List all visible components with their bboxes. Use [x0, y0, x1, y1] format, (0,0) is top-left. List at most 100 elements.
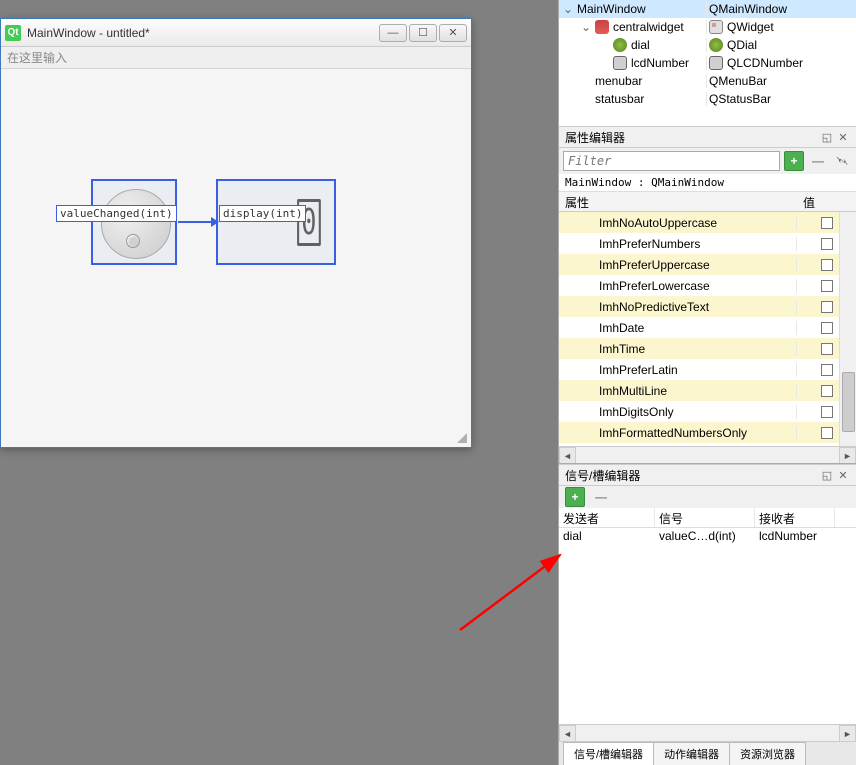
property-list[interactable]: ImhNoAutoUppercaseImhPreferNumbers ImhPre… [559, 212, 856, 446]
scroll-thumb[interactable] [842, 372, 855, 432]
undock-icon[interactable]: ◱ [820, 468, 834, 482]
tree-row[interactable]: ⌄ centralwidget QWidget [559, 18, 856, 36]
signal-cell-receiver: lcdNumber [755, 528, 835, 546]
tree-row[interactable]: dialQDial [559, 36, 856, 54]
dial-widget[interactable] [91, 179, 177, 265]
vertical-scrollbar[interactable] [839, 212, 856, 446]
object-name: lcdNumber [631, 56, 689, 70]
object-name: dial [631, 38, 650, 52]
tab-action-editor[interactable]: 动作编辑器 [653, 742, 730, 765]
maximize-button[interactable]: ☐ [409, 24, 437, 42]
window-title: MainWindow - untitled* [27, 26, 379, 40]
property-breadcrumb: MainWindow : QMainWindow [559, 174, 856, 192]
minimize-button[interactable]: — [379, 24, 407, 42]
checkbox[interactable] [821, 259, 833, 271]
property-row[interactable]: ImhTime [559, 338, 856, 359]
class-icon [709, 56, 723, 70]
add-connection-button[interactable]: + [565, 487, 585, 507]
settings-icon[interactable] [832, 151, 852, 171]
col-value[interactable]: 值 [797, 192, 856, 211]
expand-icon[interactable]: ⌄ [563, 2, 573, 16]
checkbox[interactable] [821, 364, 833, 376]
signal-table[interactable]: 发送者 信号 接收者 dialvalueC…d(int)lcdNumber [559, 508, 856, 724]
object-name: centralwidget [613, 20, 684, 34]
resize-handle-icon[interactable] [457, 433, 467, 443]
property-filter-input[interactable] [563, 151, 780, 171]
property-row[interactable]: ImhDigitsOnly [559, 401, 856, 422]
close-panel-icon[interactable]: ✕ [836, 130, 850, 144]
tree-row[interactable]: menubar QMenuBar [559, 72, 856, 90]
horizontal-scrollbar[interactable]: ◄ ► [559, 446, 856, 463]
property-row[interactable]: ImhNoAutoUppercase [559, 212, 856, 233]
checkbox[interactable] [821, 406, 833, 418]
property-editor-header[interactable]: 属性编辑器 ◱ ✕ [559, 126, 856, 148]
checkbox[interactable] [821, 385, 833, 397]
annotation-arrow [455, 545, 575, 635]
signal-toolbar: + — [559, 486, 856, 508]
scroll-left-icon[interactable]: ◄ [559, 725, 576, 742]
bottom-tabs: 信号/槽编辑器 动作编辑器 资源浏览器 [559, 741, 856, 765]
preview-window: Qt MainWindow - untitled* — ☐ ✕ 在这里输入 0 … [0, 18, 472, 448]
checkbox[interactable] [821, 322, 833, 334]
tree-row[interactable]: ⌄MainWindowQMainWindow [559, 0, 856, 18]
col-signal[interactable]: 信号 [655, 508, 755, 527]
object-icon [595, 20, 609, 34]
add-property-button[interactable]: + [784, 151, 804, 171]
object-icon [613, 38, 627, 52]
tab-signal-slot[interactable]: 信号/槽编辑器 [563, 742, 654, 765]
property-name: ImhPreferUppercase [559, 258, 797, 272]
checkbox[interactable] [821, 301, 833, 313]
scroll-right-icon[interactable]: ► [839, 447, 856, 464]
signal-row[interactable]: dialvalueC…d(int)lcdNumber [559, 528, 856, 546]
property-row[interactable]: ImhPreferLowercase [559, 275, 856, 296]
tree-row[interactable]: statusbarQStatusBar [559, 90, 856, 108]
property-row[interactable]: ImhPreferUppercase [559, 254, 856, 275]
property-row[interactable]: ImhPreferLatin [559, 359, 856, 380]
property-name: ImhDate [559, 321, 797, 335]
signal-target-label[interactable]: display(int) [219, 205, 306, 222]
qt-icon: Qt [5, 25, 21, 41]
object-class: QMenuBar [709, 74, 767, 88]
signal-source-label[interactable]: valueChanged(int) [56, 205, 177, 222]
tab-resource-browser[interactable]: 资源浏览器 [729, 742, 806, 765]
signal-slot-panel: 信号/槽编辑器 ◱ ✕ + — 发送者 信号 接收者 dialvalueC…d(… [559, 463, 856, 765]
property-name: ImhPreferLowercase [559, 279, 797, 293]
close-button[interactable]: ✕ [439, 24, 467, 42]
col-receiver[interactable]: 接收者 [755, 508, 835, 527]
menu-input[interactable]: 在这里输入 [1, 47, 471, 69]
object-inspector[interactable]: ⌄MainWindowQMainWindow⌄centralwidgetQWid… [559, 0, 856, 126]
col-sender[interactable]: 发送者 [559, 508, 655, 527]
checkbox[interactable] [821, 238, 833, 250]
property-row[interactable]: ImhDate [559, 317, 856, 338]
remove-property-button[interactable]: — [808, 151, 828, 171]
property-name: ImhNoPredictiveText [559, 300, 797, 314]
checkbox[interactable] [821, 280, 833, 292]
object-name: MainWindow [577, 2, 646, 16]
signal-editor-header[interactable]: 信号/槽编辑器 ◱ ✕ [559, 464, 856, 486]
titlebar[interactable]: Qt MainWindow - untitled* — ☐ ✕ [1, 19, 471, 47]
property-row[interactable]: ImhMultiLine [559, 380, 856, 401]
tree-row[interactable]: lcdNumberQLCDNumber [559, 54, 856, 72]
horizontal-scrollbar[interactable]: ◄ ► [559, 724, 856, 741]
form-canvas[interactable]: 0 valueChanged(int) display(int) [1, 69, 471, 447]
undock-icon[interactable]: ◱ [820, 130, 834, 144]
checkbox[interactable] [821, 217, 833, 229]
signal-editor-title: 信号/槽编辑器 [565, 467, 640, 484]
remove-connection-button[interactable]: — [591, 487, 611, 507]
property-name: ImhFormattedNumbersOnly [559, 426, 797, 440]
class-icon [709, 20, 723, 34]
checkbox[interactable] [821, 427, 833, 439]
scroll-left-icon[interactable]: ◄ [559, 447, 576, 464]
object-class: QWidget [727, 20, 774, 34]
property-row[interactable]: ImhFormattedNumbersOnly [559, 422, 856, 443]
property-row[interactable]: ImhPreferNumbers [559, 233, 856, 254]
lcd-widget[interactable]: 0 [216, 179, 336, 265]
col-property[interactable]: 属性 [559, 192, 797, 211]
scroll-right-icon[interactable]: ► [839, 725, 856, 742]
object-name: menubar [595, 74, 642, 88]
checkbox[interactable] [821, 343, 833, 355]
property-row[interactable]: ImhNoPredictiveText [559, 296, 856, 317]
close-panel-icon[interactable]: ✕ [836, 468, 850, 482]
expand-icon[interactable]: ⌄ [581, 20, 591, 34]
property-filter-row: + — [559, 148, 856, 174]
